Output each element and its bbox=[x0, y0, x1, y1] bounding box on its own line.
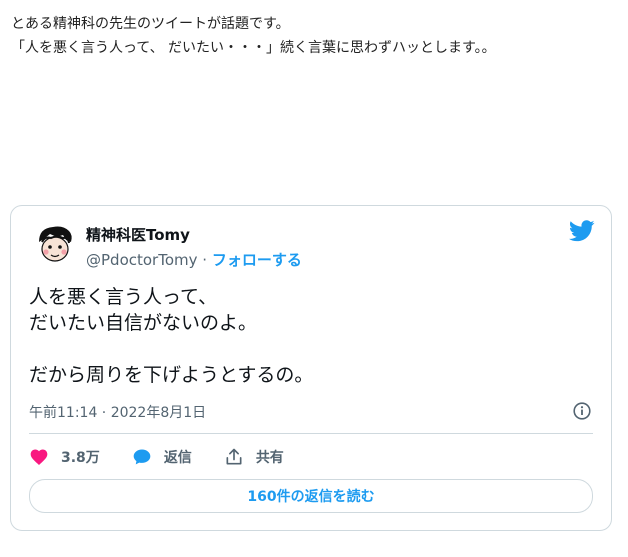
tweet-text-line-3: だから周りを下げようとするの。 bbox=[29, 364, 314, 386]
follow-button[interactable]: フォローする bbox=[212, 251, 302, 269]
divider bbox=[29, 433, 593, 434]
share-label: 共有 bbox=[255, 450, 284, 466]
info-icon[interactable] bbox=[573, 402, 591, 420]
author-name[interactable]: 精神科医Tomy bbox=[86, 224, 190, 245]
tweet-text-line-1: 人を悪く言う人って、 bbox=[29, 286, 218, 308]
read-replies-button[interactable]: 160件の返信を読む bbox=[29, 479, 593, 513]
meta-separator: · bbox=[202, 251, 208, 269]
embedded-tweet[interactable]: 精神科医Tomy @PdoctorTomy · フォローする 人を悪く言う人って… bbox=[10, 205, 612, 531]
share-button[interactable]: 共有 bbox=[224, 447, 284, 467]
share-arrow-icon bbox=[226, 448, 242, 465]
article-line-1: とある精神科の先生のツイートが話題です。 bbox=[11, 16, 290, 32]
tweet-timestamp[interactable]: 午前11:14 · 2022年8月1日 bbox=[29, 402, 206, 422]
reply-button[interactable]: 返信 bbox=[132, 447, 192, 467]
heart-icon bbox=[30, 449, 48, 465]
like-count: 3.8万 bbox=[61, 450, 100, 466]
tweet-actions: 3.8万 返信 共有 bbox=[29, 446, 316, 468]
article-line-2: 「人を悪く言う人って、 だいたい・・・」続く言葉に思わずハッとします。。 bbox=[11, 40, 496, 56]
avatar-illustration bbox=[33, 222, 77, 266]
tweet-text-line-2: だいたい自信がないのよ。 bbox=[29, 312, 258, 334]
reply-label: 返信 bbox=[163, 450, 192, 466]
article-intro: とある精神科の先生のツイートが話題です。 「人を悪く言う人って、 だいたい・・・… bbox=[11, 12, 621, 60]
author-meta: @PdoctorTomy · フォローする bbox=[86, 249, 302, 270]
author-handle[interactable]: @PdoctorTomy bbox=[86, 251, 198, 269]
tweet-text: 人を悪く言う人って、 だいたい自信がないのよ。 だから周りを下げようとするの。 bbox=[29, 284, 589, 388]
twitter-bird-icon[interactable] bbox=[569, 220, 595, 242]
avatar[interactable] bbox=[33, 222, 77, 266]
speech-bubble-icon bbox=[133, 449, 151, 465]
like-button[interactable]: 3.8万 bbox=[29, 447, 100, 467]
